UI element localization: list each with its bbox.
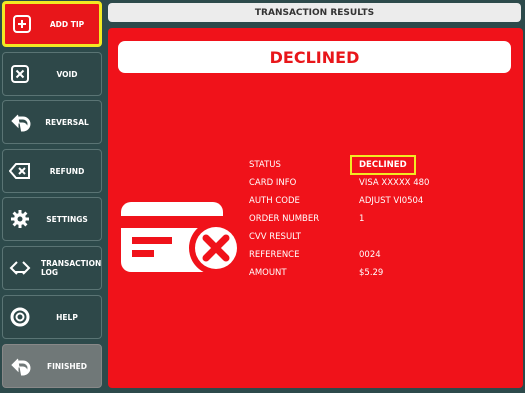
detail-row-auth-code: AUTH CODE ADJUST VI0504 xyxy=(249,192,429,210)
void-button[interactable]: VOID xyxy=(2,52,102,96)
transaction-log-button[interactable]: TRANSACTION LOG xyxy=(2,246,102,290)
status-badge: DECLINED xyxy=(350,155,416,175)
transaction-log-label: TRANSACTION LOG xyxy=(41,259,102,277)
backspace-x-icon xyxy=(9,160,31,182)
help-label: HELP xyxy=(56,312,78,322)
detail-row-card-info: CARD INFO VISA XXXXX 480 xyxy=(249,174,429,192)
detail-label: CARD INFO xyxy=(249,178,297,188)
undo-arrow-icon xyxy=(9,111,31,133)
page-title: TRANSACTION RESULTS xyxy=(108,3,521,22)
detail-row-amount: AMOUNT $5.29 xyxy=(249,264,429,282)
refund-label: REFUND xyxy=(49,166,85,176)
detail-row-status: STATUS DECLINED xyxy=(249,155,429,175)
settings-button[interactable]: SETTINGS xyxy=(2,197,102,241)
detail-row-order-number: ORDER NUMBER 1 xyxy=(249,210,429,228)
help-button[interactable]: HELP xyxy=(2,295,102,339)
detail-label: STATUS xyxy=(249,160,281,170)
finished-button[interactable]: FINISHED xyxy=(2,344,102,388)
void-label: VOID xyxy=(56,69,78,79)
add-tip-button[interactable]: ADD TIP xyxy=(2,1,102,47)
reversal-button[interactable]: REVERSAL xyxy=(2,100,102,144)
detail-label: CVV RESULT xyxy=(249,232,301,242)
reversal-label: REVERSAL xyxy=(45,117,89,127)
result-banner: DECLINED xyxy=(118,41,511,73)
detail-value: ADJUST VI0504 xyxy=(359,196,424,206)
detail-label: AUTH CODE xyxy=(249,196,300,206)
lifebuoy-icon xyxy=(9,306,31,328)
settings-label: SETTINGS xyxy=(46,214,88,224)
result-panel: DECLINED STATUS DECLINED CARD INFO VISA … xyxy=(108,28,523,388)
detail-row-cvv-result: CVV RESULT xyxy=(249,228,429,246)
declined-card-icon xyxy=(118,200,248,280)
sidebar: ADD TIP VOID REVERSAL REFUND SETTINGS TR… xyxy=(0,0,106,393)
transaction-details: STATUS DECLINED CARD INFO VISA XXXXX 480… xyxy=(249,155,429,282)
detail-value: VISA XXXXX 480 xyxy=(359,178,430,188)
add-tip-label: ADD TIP xyxy=(49,19,85,29)
detail-value: 0024 xyxy=(359,250,381,260)
detail-label: REFERENCE xyxy=(249,250,300,260)
detail-label: ORDER NUMBER xyxy=(249,214,320,224)
gear-icon xyxy=(9,208,31,230)
detail-value: 1 xyxy=(359,214,365,224)
detail-label: AMOUNT xyxy=(249,268,287,278)
plus-box-icon xyxy=(11,13,33,35)
detail-row-reference: REFERENCE 0024 xyxy=(249,246,429,264)
refund-button[interactable]: REFUND xyxy=(2,149,102,193)
code-brackets-icon xyxy=(9,257,31,279)
x-box-icon xyxy=(9,63,31,85)
undo-arrow-icon xyxy=(9,355,31,377)
detail-value: $5.29 xyxy=(359,268,384,278)
finished-label: FINISHED xyxy=(46,361,87,371)
